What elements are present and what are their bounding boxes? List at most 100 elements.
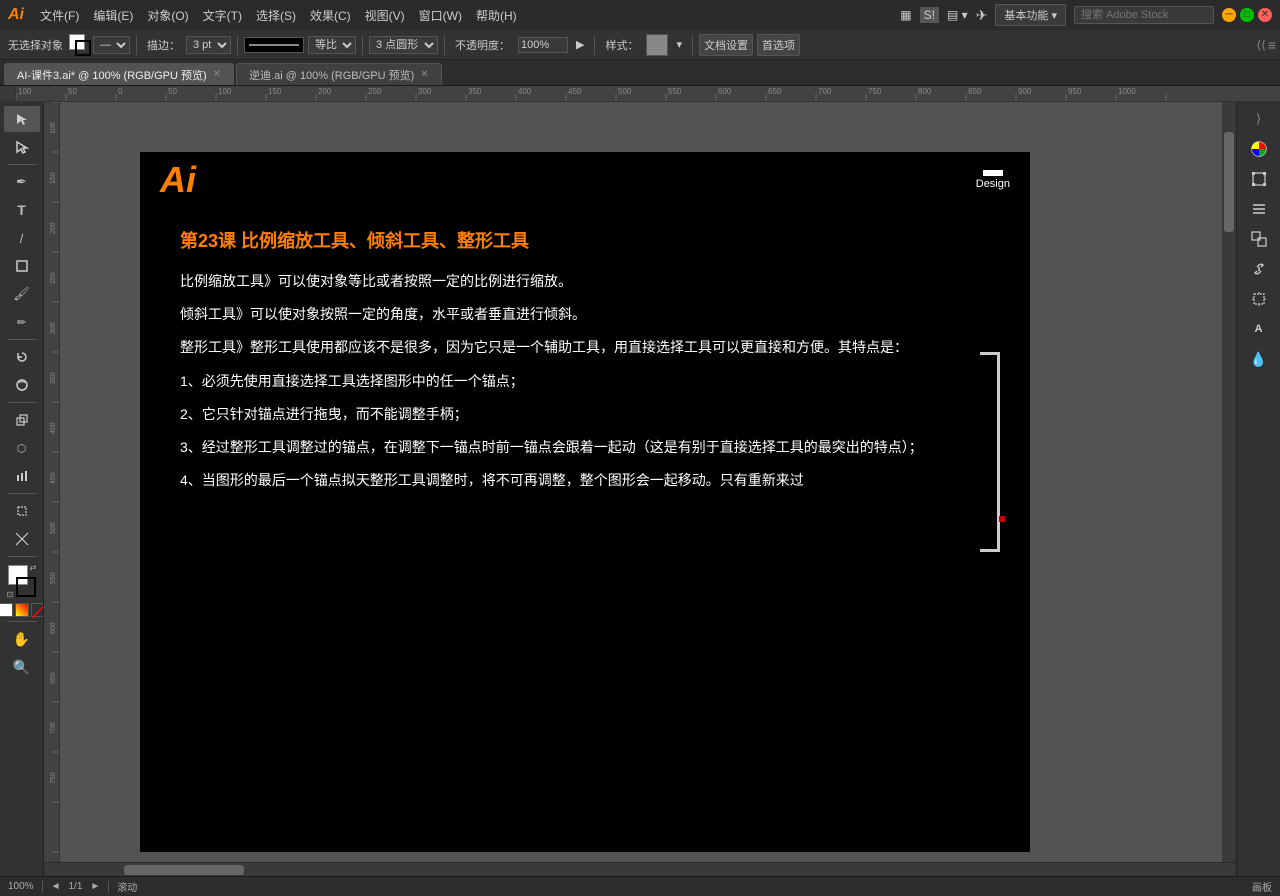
svg-text:450: 450 xyxy=(568,87,582,96)
brush-tool-btn[interactable]: 🖌 xyxy=(4,281,40,307)
svg-text:400: 400 xyxy=(50,422,57,434)
right-color-tool[interactable] xyxy=(1241,136,1277,162)
doc-ai-logo-text: Ai xyxy=(160,159,196,200)
tab-ai-lesson3[interactable]: AI-课件3.ai* @ 100% (RGB/GPU 预览) ✕ xyxy=(4,63,234,85)
point-style-select[interactable]: 3 点圆形 xyxy=(369,36,438,54)
menu-edit[interactable]: 编辑(E) xyxy=(87,5,139,26)
rotate-tool-btn[interactable] xyxy=(4,344,40,370)
right-artboard-tool[interactable] xyxy=(1241,286,1277,312)
nav-prev[interactable]: ◄ xyxy=(51,881,61,892)
swap-colors-icon[interactable]: ⇄ xyxy=(30,563,37,572)
right-links-tool[interactable] xyxy=(1241,256,1277,282)
menu-file[interactable]: 文件(F) xyxy=(34,5,85,26)
toolbar-divider-3 xyxy=(362,35,363,55)
fill-color-swatch[interactable] xyxy=(69,34,91,56)
menu-view[interactable]: 视图(V) xyxy=(359,5,411,26)
maximize-button[interactable]: □ xyxy=(1240,8,1254,22)
stroke-width-select[interactable]: 3 pt xyxy=(186,36,231,54)
vertical-scrollbar[interactable] xyxy=(1222,102,1236,862)
opacity-input[interactable] xyxy=(518,37,568,53)
color-tools[interactable]: ⇄ ⊡ xyxy=(4,563,40,599)
warp-tool-btn[interactable] xyxy=(4,372,40,398)
stock-search[interactable] xyxy=(1074,6,1214,24)
direct-select-tool-btn[interactable] xyxy=(4,134,40,160)
opacity-expand[interactable]: ▶ xyxy=(572,36,588,53)
pencil-tool-btn[interactable]: ✏ xyxy=(4,309,40,335)
s1-icon[interactable]: S! xyxy=(920,7,939,23)
doc-logo: Ai xyxy=(160,159,196,201)
h-scrollbar-thumb[interactable] xyxy=(124,865,244,875)
minimize-button[interactable]: ─ xyxy=(1222,8,1236,22)
doc-para-2: 倾斜工具》可以使对象按照一定的角度，水平或者垂直进行倾斜。 xyxy=(180,302,990,327)
nav-next[interactable]: ► xyxy=(90,881,100,892)
line-tool-btn[interactable]: / xyxy=(4,225,40,251)
menu-text[interactable]: 文字(T) xyxy=(197,5,248,26)
pen-tool-btn[interactable]: ✒ xyxy=(4,169,40,195)
right-pathfinder-tool[interactable] xyxy=(1241,226,1277,252)
right-char-style-tool[interactable]: A xyxy=(1241,316,1277,342)
tab-close-1[interactable]: ✕ xyxy=(213,69,221,80)
normal-mode-icon[interactable] xyxy=(0,603,13,617)
arrange2-icon[interactable]: ▤ ▾ xyxy=(947,8,968,22)
symbol-tool-btn[interactable]: ⬡ xyxy=(4,435,40,461)
type-tool-btn[interactable]: T xyxy=(4,197,40,223)
menu-help[interactable]: 帮助(H) xyxy=(470,5,523,26)
bracket-element xyxy=(980,352,1000,552)
style-expand[interactable]: ▾ xyxy=(672,36,686,53)
tab-close-2[interactable]: ✕ xyxy=(420,69,428,80)
menu-select[interactable]: 选择(S) xyxy=(250,5,302,26)
slice-tool-btn[interactable] xyxy=(4,526,40,552)
right-eyedrop-tool[interactable]: 💧 xyxy=(1241,346,1277,372)
canvas-scroll[interactable]: Ai Design 第23课 比例缩放工具、倾斜工具、整形工具 xyxy=(60,102,1236,862)
close-button[interactable]: ✕ xyxy=(1258,8,1272,22)
slice-icon xyxy=(15,532,29,546)
reset-colors-icon[interactable]: ⊡ xyxy=(7,590,14,599)
rect-tool-btn[interactable] xyxy=(4,253,40,279)
svg-text:250: 250 xyxy=(368,87,382,96)
tab-label-2: 逆迪.ai @ 100% (RGB/GPU 预览) xyxy=(249,67,414,83)
toolbar-menu-icon[interactable]: ≡ xyxy=(1268,37,1276,53)
tab-nidi[interactable]: 逆迪.ai @ 100% (RGB/GPU 预览) ✕ xyxy=(236,63,442,85)
scale-tool-btn[interactable] xyxy=(4,407,40,433)
none-mode-icon[interactable] xyxy=(31,603,45,617)
tool-divider-2 xyxy=(7,339,37,340)
horizontal-scrollbar[interactable] xyxy=(44,862,1236,876)
doc-settings-button[interactable]: 文档设置 xyxy=(699,34,753,56)
doc-menu-button[interactable]: Design xyxy=(976,170,1010,190)
share-icon[interactable]: ✈ xyxy=(976,7,988,24)
menu-effect[interactable]: 效果(C) xyxy=(304,5,357,26)
ruler-horizontal: 100 50 0 50 100 150 200 250 300 350 400 … xyxy=(0,86,1280,102)
right-toolbar-icons: ⟨⟨ ≡ xyxy=(1256,37,1276,53)
direct-select-icon xyxy=(15,140,29,154)
app-logo: Ai xyxy=(8,6,24,24)
svg-text:750: 750 xyxy=(868,87,882,96)
svg-text:1000: 1000 xyxy=(1118,87,1136,96)
hand-tool-btn[interactable]: ✋ xyxy=(4,626,40,652)
gradient-mode-icon[interactable] xyxy=(15,603,29,617)
artboard-tool-btn[interactable] xyxy=(4,498,40,524)
line-style-select[interactable]: 等比 xyxy=(308,36,356,54)
menu-object[interactable]: 对象(O) xyxy=(141,5,194,26)
zoom-tool-btn[interactable]: 🔍 xyxy=(4,654,40,680)
stroke-shape-select[interactable]: — xyxy=(93,36,130,54)
svg-text:150: 150 xyxy=(50,172,57,184)
tool-divider-3 xyxy=(7,402,37,403)
align-icon xyxy=(1251,201,1267,217)
preferences-button[interactable]: 首选项 xyxy=(757,34,800,56)
menu-window[interactable]: 窗口(W) xyxy=(413,5,468,26)
right-align-tool[interactable] xyxy=(1241,196,1277,222)
svg-text:850: 850 xyxy=(968,87,982,96)
stroke-swatch[interactable] xyxy=(16,577,36,597)
zoom-level[interactable]: 100% xyxy=(8,881,34,892)
right-transform-tool[interactable] xyxy=(1241,166,1277,192)
style-swatch[interactable] xyxy=(646,34,668,56)
workspace-button[interactable]: 基本功能 ▾ xyxy=(995,4,1066,26)
right-tool-expand[interactable]: ⟩ xyxy=(1241,106,1277,132)
graph-tool-btn[interactable] xyxy=(4,463,40,489)
expand-left-icon[interactable]: ⟨⟨ xyxy=(1256,38,1265,52)
selection-icon xyxy=(15,112,29,126)
arrange-icon[interactable]: ▦ xyxy=(900,8,911,22)
v-scrollbar-thumb[interactable] xyxy=(1224,132,1234,232)
doc-content: 第23课 比例缩放工具、倾斜工具、整形工具 比例缩放工具》可以使对象等比或者按照… xyxy=(140,207,1030,521)
selection-tool-btn[interactable] xyxy=(4,106,40,132)
